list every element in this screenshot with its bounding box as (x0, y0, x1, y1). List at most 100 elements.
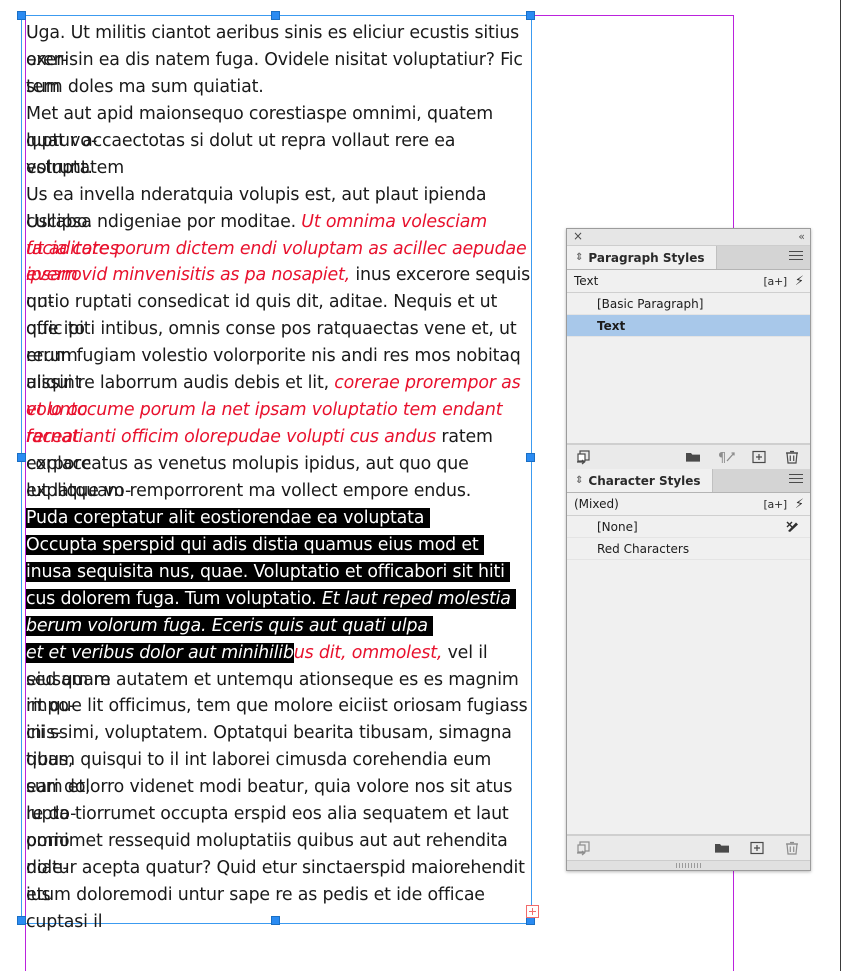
delete-style-icon[interactable] (784, 449, 800, 465)
text-run-red-characters: us dit, ommolest, (293, 642, 443, 663)
character-styles-menu-icon[interactable] (789, 474, 803, 486)
paragraph-style-label: Text (597, 318, 626, 333)
frame-handle-bottom-center[interactable] (271, 916, 280, 925)
character-style-label: [None] (597, 519, 638, 534)
story-line: volo occume porum la net ipsam voluptati… (26, 397, 532, 447)
quick-apply-icon[interactable]: ⚡ (795, 498, 804, 511)
paragraph-styles-footer: ¶ (567, 444, 810, 469)
story-line: omnimet ressequid moluptatiis quibus aut… (26, 828, 532, 878)
story-line: niatur acepta quatur? Quid etur sinctaer… (26, 855, 532, 905)
paragraph-styles-panel: ⇕ Paragraph Styles Text [a+] ⚡ [Basic Pa… (567, 246, 810, 469)
delete-style-icon[interactable] (784, 840, 800, 856)
panel-dock: × « ⇕ Paragraph Styles Text [a+] ⚡ [Basi… (566, 228, 811, 871)
text-run-body: sum doles ma sum quiatiat. (26, 76, 264, 97)
story-line: lut latquam remporrorent ma vollect empo… (26, 478, 532, 505)
text-run-red-characters: rernatianti officim olorepudae volupti c… (26, 427, 437, 448)
text-run-body: Uscipsa ndigeniae por moditae. (26, 211, 302, 232)
character-styles-list[interactable]: [None] Red Characters (567, 516, 810, 835)
story-line: et et veribus dolor aut minihilibus dit,… (26, 640, 532, 690)
frame-handle-top-center[interactable] (271, 11, 280, 20)
character-style-row-none[interactable]: [None] (567, 516, 810, 538)
frame-handle-bottom-left[interactable] (17, 916, 26, 925)
close-icon[interactable]: × (572, 230, 584, 242)
no-style-icon[interactable] (786, 519, 802, 535)
story-line: Us ea invella nderatquia volupis est, au… (26, 182, 532, 232)
paragraph-style-row-text[interactable]: Text (567, 315, 810, 337)
story-line: aliqui re laborrum audis debis et lit, c… (26, 370, 532, 420)
text-run-body: aliqui re laborrum audis debis et lit, (26, 373, 335, 394)
panel-grip-icon: ⇕ (575, 475, 584, 486)
story-line: orenisin ea dis natem fuga. Ovidele nisi… (26, 47, 532, 97)
story-line: cii ssimi, voluptatem. Optatqui bearita … (26, 720, 532, 770)
story-line: explaccatus as venetus molupis ipidus, a… (26, 451, 532, 501)
character-styles-current-row: (Mixed) [a+] ⚡ (567, 493, 810, 516)
application-window: Uga. Ut militis ciantot aeribus sinis es… (0, 0, 845, 971)
new-style-icon[interactable] (751, 449, 767, 465)
paragraph-styles-menu-icon[interactable] (789, 251, 803, 263)
character-style-row-red-characters[interactable]: Red Characters (567, 538, 810, 560)
text-run-selected-red-characters: et et veribus dolor aut minihilib (26, 642, 294, 663)
paragraph-styles-empty-area[interactable] (567, 337, 810, 443)
paragraph-styles-list[interactable]: [Basic Paragraph] Text (567, 293, 810, 444)
story-line: rernatianti officim olorepudae volupti c… (26, 424, 532, 474)
text-frame[interactable]: Uga. Ut militis ciantot aeribus sinis es… (17, 11, 539, 932)
paragraph-style-row-basic[interactable]: [Basic Paragraph] (567, 293, 810, 315)
paragraph-styles-tabbar: ⇕ Paragraph Styles (567, 246, 810, 270)
frame-handle-middle-right[interactable] (526, 453, 535, 462)
frame-handle-top-left[interactable] (17, 11, 26, 20)
character-styles-tabbar: ⇕ Character Styles (567, 469, 810, 493)
story-line: Met aut apid maionsequo corestiaspe omni… (26, 101, 532, 151)
story-line: sed quam autatem et untemqu ationseque e… (26, 667, 532, 717)
story-line: luptur accaectotas si dolut ut repra vol… (26, 128, 532, 178)
dock-titlebar[interactable]: × « (567, 229, 810, 246)
clear-overrides-icon[interactable]: ¶ (718, 449, 735, 465)
svg-text:¶: ¶ (718, 451, 726, 465)
story-line: Uscipsa ndigeniae por moditae. Ut omnima… (26, 209, 532, 259)
story-text[interactable]: Uga. Ut militis ciantot aeribus sinis es… (26, 20, 532, 932)
story-line: eari dolorro videnet modi beatur, quia v… (26, 774, 532, 824)
character-override-badge[interactable]: [a+] (764, 498, 788, 511)
text-run-body: estrunt. (26, 157, 93, 178)
story-line: everrovid minvenisitis as pa nosapiet, i… (26, 262, 532, 312)
story-line: berum volorum fuga. Eceris quis aut quat… (26, 613, 532, 663)
paragraph-styles-current-row: Text [a+] ⚡ (567, 270, 810, 293)
story-line: rit que lit officimus, tem que molore ei… (26, 693, 532, 743)
story-line: Uga. Ut militis ciantot aeribus sinis es… (26, 20, 532, 70)
new-style-group-icon[interactable] (714, 840, 730, 856)
text-run-selected: cus dolorem fuga. Tum voluptatio. (26, 588, 322, 609)
panel-grip-icon: ⇕ (575, 252, 584, 263)
text-run-body: lut latquam remporrorent ma vollect empo… (26, 480, 472, 501)
character-styles-empty-area[interactable] (567, 560, 810, 834)
frame-handle-middle-left[interactable] (17, 453, 26, 462)
story-line: quam quisqui to il int laborei cimusda c… (26, 747, 532, 797)
overset-text-icon[interactable] (526, 905, 539, 918)
character-styles-panel: ⇕ Character Styles (Mixed) [a+] ⚡ [None] (567, 469, 810, 870)
paragraph-override-badge[interactable]: [a+] (764, 275, 788, 288)
story-line: untio ruptati consedicat id quis dit, ad… (26, 289, 532, 339)
character-style-label: Red Characters (597, 541, 690, 556)
tab-character-styles[interactable]: ⇕ Character Styles (567, 469, 713, 492)
frame-handle-top-right[interactable] (526, 11, 535, 20)
tab-character-styles-label: Character Styles (588, 473, 701, 488)
panel-resize-grip[interactable] (567, 860, 810, 870)
quick-apply-icon[interactable]: ⚡ (795, 275, 804, 288)
story-line: ut aditate porum dictem endi voluptam as… (26, 236, 532, 286)
story-line: que ipiti intibus, omnis conse pos ratqu… (26, 316, 532, 366)
load-styles-icon[interactable] (576, 840, 592, 856)
story-line: Puda coreptatur alit eostiorendae ea vol… (26, 505, 532, 555)
story-line: lupta tiorrumet occupta erspid eos alia … (26, 801, 532, 851)
story-line: erum fugiam volestio volorporite nis and… (26, 343, 532, 393)
tab-paragraph-styles[interactable]: ⇕ Paragraph Styles (567, 246, 717, 269)
load-styles-icon[interactable] (576, 449, 592, 465)
new-style-icon[interactable] (749, 840, 765, 856)
character-styles-footer (567, 835, 810, 860)
new-style-group-icon[interactable] (685, 449, 701, 465)
collapse-panel-icon[interactable]: « (798, 230, 805, 243)
story-line: cus dolorem fuga. Tum voluptatio. Et lau… (26, 586, 532, 636)
paragraph-style-label: [Basic Paragraph] (597, 296, 704, 311)
character-current-style-name: (Mixed) (574, 497, 619, 511)
pasteboard-edge (840, 0, 841, 971)
story-line: inusa sequisita nus, quae. Voluptatio et… (26, 559, 532, 609)
story-line: etum doloremodi untur sape re as pedis e… (26, 882, 532, 932)
story-line: sum doles ma sum quiatiat. (26, 74, 532, 101)
